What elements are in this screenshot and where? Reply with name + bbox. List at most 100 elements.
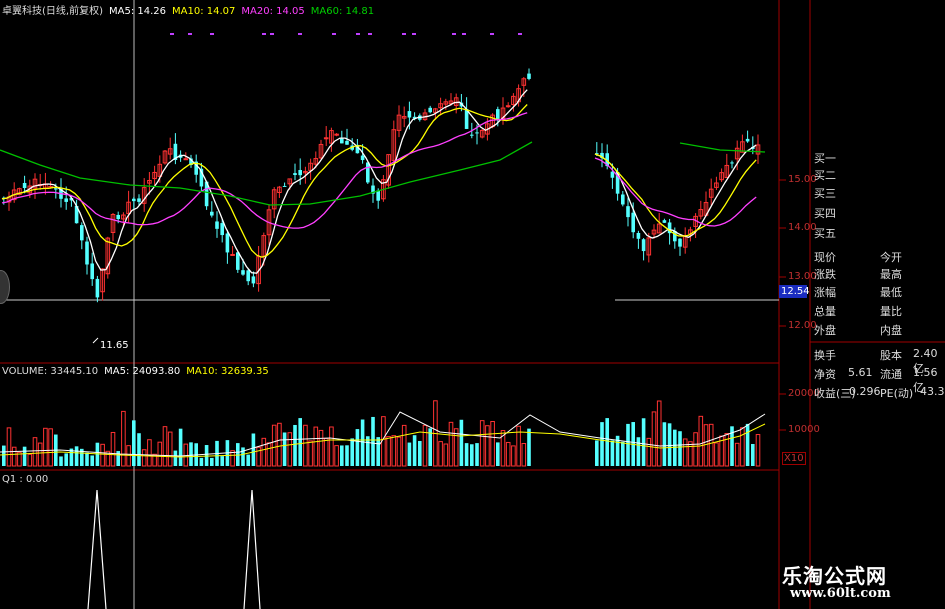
volume-bar-down (360, 419, 365, 466)
candle-body-down (407, 111, 412, 118)
indicator-spikes (87, 489, 261, 609)
signal-mark (402, 33, 406, 35)
signal-mark (368, 33, 372, 35)
candle-body-down (282, 185, 287, 187)
candlestick-series (2, 68, 761, 303)
bid-1: 买一 (814, 152, 836, 165)
candle-body-up (183, 158, 189, 161)
volume-bar-down (595, 440, 599, 466)
volume-bar-up (401, 424, 407, 467)
price-label-13: 13.00 (788, 271, 817, 282)
volume-bar-down (2, 445, 6, 466)
volume-bar-up (734, 442, 740, 467)
volume-bar-up (6, 427, 12, 467)
volume-bar-down (527, 428, 531, 466)
volume-bar-up (329, 426, 334, 467)
volume-bar-down (751, 443, 755, 466)
volume-bar-down (64, 453, 68, 466)
signal-mark (298, 33, 302, 35)
volume-bar-up (32, 437, 38, 467)
quote-label-open: 今开 (880, 251, 902, 264)
candle-body-down (366, 162, 370, 183)
volume-bar-up (511, 445, 516, 467)
volume-bar-down (204, 445, 209, 466)
volume-bar-up (505, 441, 511, 467)
candle-body-up (334, 133, 339, 136)
candle-body-down (210, 211, 214, 216)
volume-bar-down (496, 442, 500, 466)
quote-label-high: 最高 (880, 268, 902, 281)
candle-body-down (64, 198, 68, 202)
volume-bar-down (199, 457, 204, 466)
volume-bars (2, 400, 761, 467)
volume-bar-down (667, 423, 672, 466)
volume-bar-up (443, 443, 449, 467)
volume-bar-up (167, 431, 173, 467)
candle-body-down (428, 107, 432, 113)
candle-body-down (54, 188, 58, 190)
volume-bar-down (246, 454, 250, 466)
candle-body-down (745, 138, 750, 142)
volume-bar-down (59, 456, 63, 466)
volume-bar-down (173, 450, 178, 466)
volume-bar-up (318, 429, 324, 467)
volume-bar-up (714, 442, 719, 467)
volume-bar-up (703, 424, 709, 467)
candle-body-down (631, 212, 635, 233)
volume-bar-up (386, 436, 391, 467)
candle-body-up (323, 137, 329, 140)
candle-body-down (470, 134, 474, 136)
volume-bar-down (636, 437, 641, 466)
volume-bar-up (157, 441, 163, 467)
volume-bar-down (626, 423, 630, 466)
candle-body-down (225, 233, 230, 253)
volume-unit: X10 (782, 452, 806, 465)
candle-body-down (22, 182, 27, 189)
volume-bar-up (27, 453, 33, 467)
fund-value-eps: 0.296 (849, 385, 881, 398)
candle-body-down (340, 138, 344, 144)
volume-bar-down (298, 418, 302, 466)
volume-header: VOLUME: 33445.10 MA5: 24093.80 MA10: 32639… (2, 366, 275, 377)
volume-bar-up (521, 443, 527, 467)
signal-mark (412, 33, 416, 35)
volume-bar-down (340, 445, 344, 466)
bid-2: 买二 (814, 169, 836, 182)
volume-bar-down (210, 457, 214, 466)
volume-bar-down (355, 429, 360, 466)
fund-value-pe: 43.3 (920, 385, 945, 398)
quote-label-outer: 外盘 (814, 324, 836, 337)
volume-bar-up (448, 421, 454, 467)
quote-label-volume: 总量 (814, 305, 836, 318)
volume-bar-down (621, 441, 625, 466)
volume-bar-down (85, 452, 89, 466)
current-price-label: 12.54 (781, 286, 810, 297)
volume-bar-down (376, 437, 380, 466)
volume-bar-down (470, 444, 474, 466)
candle-body-down (730, 162, 734, 164)
volume-bar-down (678, 431, 682, 466)
candle-body-up (230, 253, 235, 256)
candle-body-down (215, 221, 219, 229)
fund-label-capital: 股本 (880, 349, 902, 362)
volume-bar-up (266, 442, 272, 467)
volume-bar-up (479, 420, 485, 467)
candle-body-down (116, 214, 120, 220)
bid-4: 买四 (814, 207, 836, 220)
volume-bar-down (745, 423, 750, 466)
volume-bar-up (682, 438, 688, 467)
volume-bar-down (220, 456, 224, 466)
candle-body-down (293, 173, 297, 176)
candle-body-down (610, 171, 615, 178)
volume-bar-down (641, 418, 646, 466)
volume-bar-up (656, 400, 662, 467)
volume-bar-up (11, 446, 17, 467)
price-axis-ticks (779, 179, 786, 431)
volume-bar-down (428, 428, 432, 466)
volume-bar-down (605, 418, 609, 466)
volume-bar-up (724, 432, 730, 467)
volume-bar-down (350, 438, 354, 466)
volume-value: VOLUME: 33445.10 (2, 366, 99, 377)
ma5-label: MA5: 14.26 (108, 6, 166, 17)
volume-bar-up (391, 435, 397, 467)
